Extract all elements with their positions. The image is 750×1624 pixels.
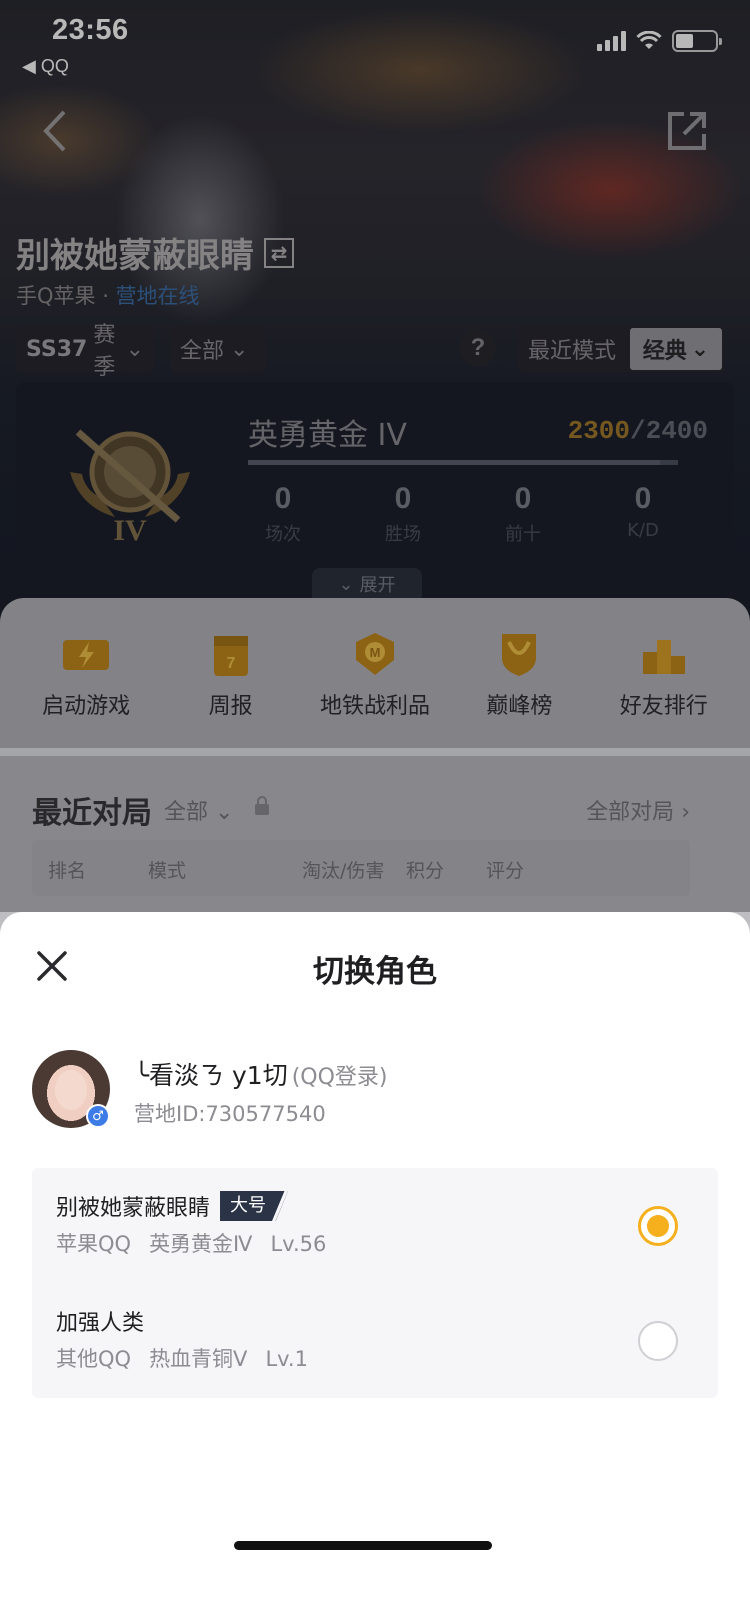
chevron-down-icon: ⌄ <box>690 336 710 362</box>
role-radio-selected[interactable] <box>638 1206 678 1246</box>
col-rating: 评分 <box>486 860 525 882</box>
shortcut-metro-loot[interactable]: M 地铁战利品 <box>305 598 445 748</box>
status-time: 23:56 <box>52 14 129 46</box>
role-meta: 苹果QQ 英勇黄金Ⅳ Lv.56 <box>56 1232 327 1256</box>
recent-table-header: 排名 模式 淘汰/伤害 积分 评分 <box>32 840 690 896</box>
col-rank: 排名 <box>48 860 87 882</box>
chevron-down-icon: ⌄ <box>338 573 354 595</box>
col-kills-damage: 淘汰/伤害 <box>302 860 385 882</box>
role-meta: 其他QQ 热血青铜Ⅴ Lv.1 <box>56 1347 308 1371</box>
role-name: 别被她蒙蔽眼睛 大号 <box>56 1190 289 1222</box>
shield-trophy-icon <box>502 634 537 676</box>
chevron-down-icon: ⌄ <box>125 336 144 362</box>
all-matches-link[interactable]: 全部对局 › <box>586 794 690 826</box>
rank-stats: 0 场次 0 胜场 0 前十 0 K/D <box>248 482 678 546</box>
shortcut-bar: 启动游戏 7 周报 M 地铁战利品 巅峰榜 好友排行 <box>0 598 750 748</box>
sheet-title: 切换角色 <box>313 954 437 990</box>
back-arrow-icon[interactable] <box>36 106 76 156</box>
share-icon[interactable] <box>664 108 710 154</box>
swap-role-icon[interactable]: ⇄ <box>264 237 294 268</box>
col-points: 积分 <box>406 860 445 882</box>
stat-kd: 0 K/D <box>627 482 659 541</box>
lock-icon[interactable] <box>254 796 270 816</box>
scope-filter[interactable]: 全部 ⌄ <box>170 326 266 372</box>
mode-value[interactable]: 经典 ⌄ <box>630 328 722 370</box>
podium-icon <box>642 640 685 674</box>
help-icon[interactable]: ? <box>460 330 496 366</box>
col-mode: 模式 <box>148 860 187 882</box>
home-indicator[interactable] <box>234 1541 492 1550</box>
status-indicators <box>597 30 722 52</box>
shortcut-peak-board[interactable]: 巅峰榜 <box>449 598 589 748</box>
mode-label: 最近模式 <box>528 339 617 364</box>
shortcut-weekly-report[interactable]: 7 周报 <box>161 598 301 748</box>
tier-progress-fill <box>248 460 660 465</box>
emblem-numeral: IV <box>113 514 147 547</box>
back-to-qq-link[interactable]: ◀ QQ <box>22 56 69 77</box>
lightning-icon <box>63 640 110 670</box>
mode-switch[interactable]: 最近模式 经典 ⌄ <box>518 326 724 372</box>
svg-text:M: M <box>370 645 381 660</box>
shortcut-launch-game[interactable]: 启动游戏 <box>16 598 156 748</box>
filter-bar: SS37 赛季 ⌄ 全部 ⌄ ? 最近模式 经典 ⌄ <box>16 323 734 380</box>
tier-name: 英勇黄金 IV <box>248 418 407 453</box>
role-option[interactable]: 加强人类 其他QQ 热血青铜Ⅴ Lv.1 <box>32 1283 718 1398</box>
wifi-icon <box>636 31 662 49</box>
chevron-down-icon: ⌄ <box>230 336 249 362</box>
recent-filter[interactable]: 全部 ⌄ <box>164 794 233 826</box>
metro-badge-icon: M <box>355 633 394 675</box>
season-filter[interactable]: SS37 赛季 ⌄ <box>16 323 154 380</box>
shortcut-friend-ranking[interactable]: 好友排行 <box>594 598 734 748</box>
recent-matches-title: 最近对局 <box>32 796 152 831</box>
gold-rank-emblem-icon: IV <box>70 429 190 547</box>
main-account-tag: 大号 <box>220 1191 289 1221</box>
camp-id: 营地ID:730577540 <box>134 1102 326 1126</box>
tier-progress-bar <box>248 460 678 465</box>
battery-icon <box>672 30 722 52</box>
player-subtitle: 手Q苹果 · 营地在线 <box>16 284 200 308</box>
login-type: (QQ登录) <box>291 1065 388 1090</box>
signal-icon <box>597 31 626 51</box>
role-option[interactable]: 别被她蒙蔽眼睛 大号 苹果QQ 英勇黄金Ⅳ Lv.56 <box>32 1168 718 1283</box>
camp-online-link[interactable]: 营地在线 <box>116 284 200 308</box>
svg-text:7: 7 <box>226 655 235 672</box>
role-list: 别被她蒙蔽眼睛 大号 苹果QQ 英勇黄金Ⅳ Lv.56 加强人类 其他QQ 热血青铜Ⅴ… <box>32 1168 718 1398</box>
rank-card: IV 英勇黄金 IV 2300/2400 0 场次 0 胜场 0 前十 0 K/D ⌄ 展… <box>16 382 734 600</box>
stat-matches: 0 场次 <box>265 482 301 545</box>
role-name: 加强人类 <box>56 1311 145 1336</box>
account-info: ♂ ╰看淡ㄋ y1切 (QQ登录) 营地ID:730577540 <box>32 1050 718 1140</box>
player-title: 别被她蒙蔽眼睛 ⇄ <box>16 228 294 277</box>
expand-button[interactable]: ⌄ 展开 <box>312 568 422 600</box>
chevron-down-icon: ⌄ <box>215 800 234 825</box>
role-radio[interactable] <box>638 1321 678 1361</box>
calendar-icon: 7 <box>213 636 248 676</box>
switch-role-sheet: 切换角色 ♂ ╰看淡ㄋ y1切 (QQ登录) 营地ID:730577540 别被她… <box>0 912 750 1624</box>
account-nickname: ╰看淡ㄋ y1切 (QQ登录) <box>134 1061 388 1090</box>
stat-top10: 0 前十 <box>505 482 541 545</box>
male-gender-icon: ♂ <box>86 1104 110 1128</box>
tier-score: 2300/2400 <box>567 416 708 446</box>
stat-wins: 0 胜场 <box>385 482 421 545</box>
chevron-right-icon: › <box>681 800 690 825</box>
